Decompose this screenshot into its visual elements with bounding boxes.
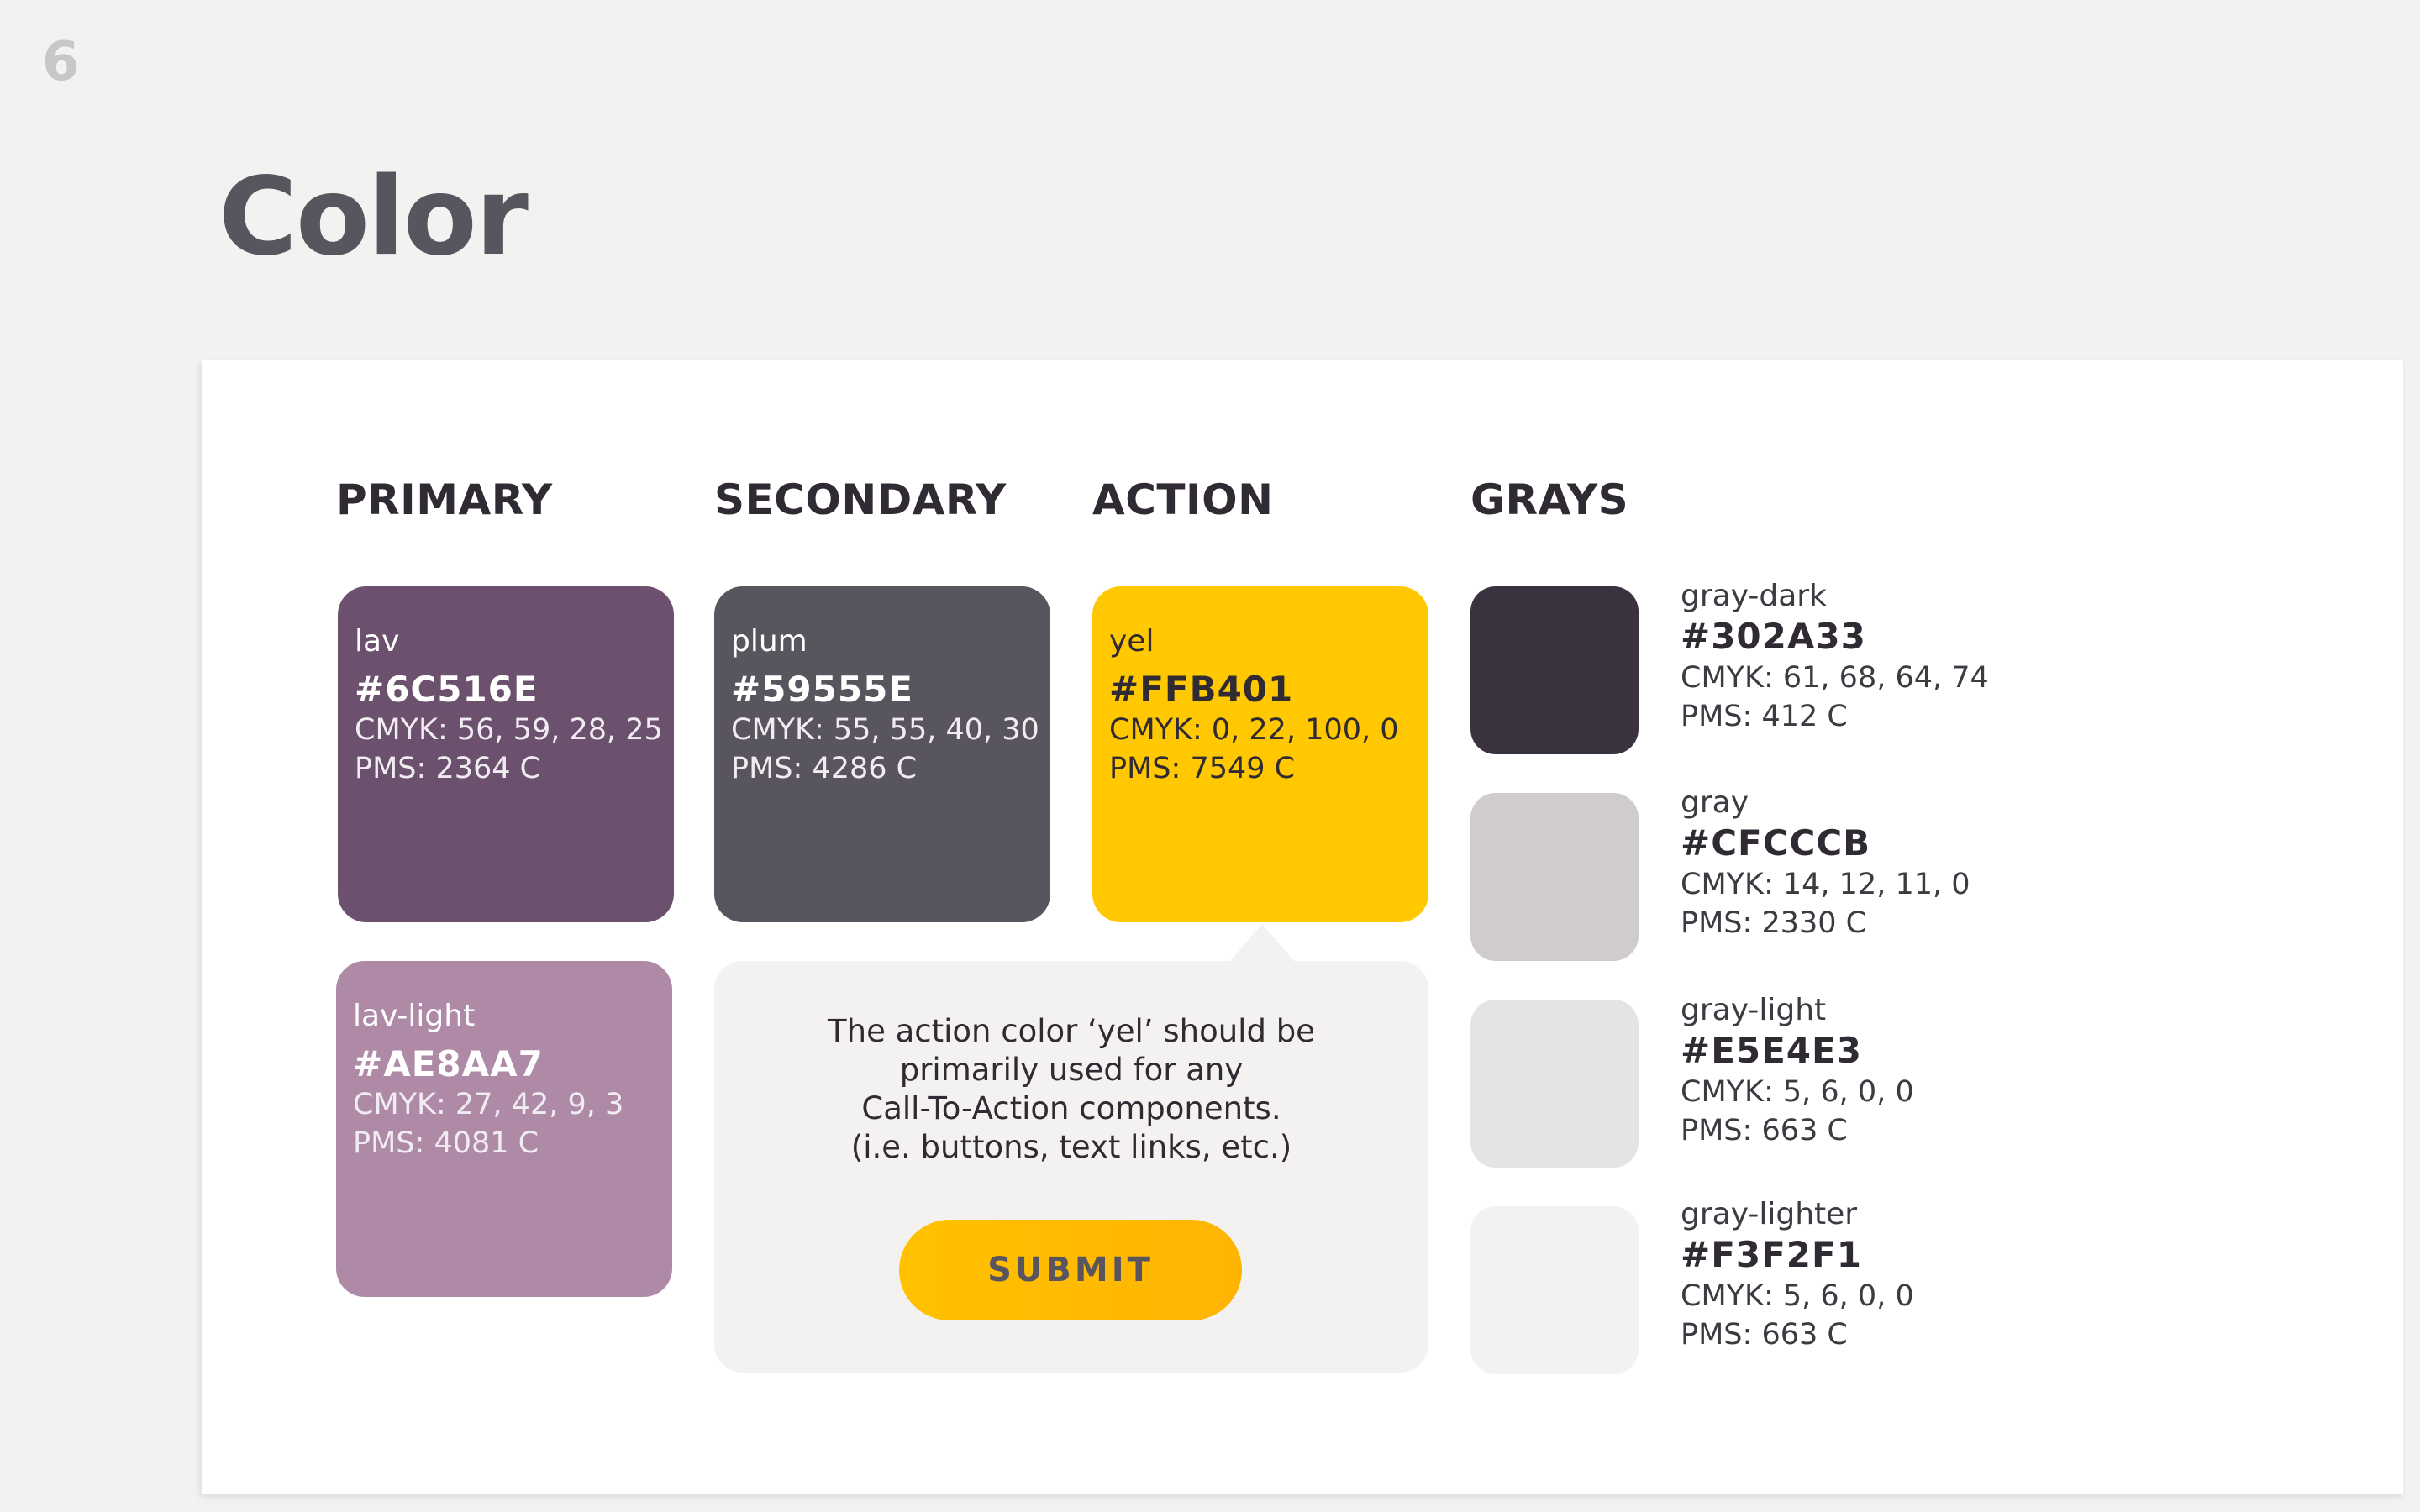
gray-pms: PMS: 412 C [1681, 700, 1848, 733]
gray-dark-info: gray-dark #302A33 CMYK: 61, 68, 64, 74 P… [1681, 578, 1989, 736]
gray-hex: #302A33 [1681, 616, 1866, 657]
swatch-lav: lav #6C516E CMYK: 56, 59, 28, 25 PMS: 23… [338, 586, 674, 922]
swatch-name: plum [731, 624, 808, 659]
gray-name: gray-light [1681, 993, 1827, 1027]
page-number: 6 [42, 31, 80, 93]
swatch-pms: PMS: 4081 C [353, 1126, 539, 1160]
swatch-yel: yel #FFB401 CMYK: 0, 22, 100, 0 PMS: 754… [1092, 586, 1428, 922]
gray-light-info: gray-light #E5E4E3 CMYK: 5, 6, 0, 0 PMS:… [1681, 992, 1914, 1150]
gray-name: gray [1681, 785, 1749, 820]
callout-line: The action color ‘yel’ should be [828, 1013, 1315, 1049]
gray-cmyk: CMYK: 5, 6, 0, 0 [1681, 1279, 1914, 1313]
swatch-hex: #FFB401 [1109, 669, 1294, 710]
gray-name: gray-dark [1681, 579, 1827, 613]
swatch-gray-dark [1470, 586, 1639, 754]
submit-button[interactable]: SUBMIT [899, 1220, 1242, 1320]
callout-text: The action color ‘yel’ should be primari… [714, 1012, 1428, 1167]
page-title: Color [218, 155, 529, 280]
gray-cmyk: CMYK: 61, 68, 64, 74 [1681, 661, 1989, 695]
gray-cmyk: CMYK: 14, 12, 11, 0 [1681, 868, 1970, 901]
swatch-gray-lighter [1470, 1206, 1639, 1374]
swatch-pms: PMS: 2364 C [355, 752, 541, 785]
swatch-cmyk: CMYK: 0, 22, 100, 0 [1109, 713, 1399, 747]
swatch-name: yel [1109, 624, 1155, 659]
swatch-plum: plum #59555E CMYK: 55, 55, 40, 30 PMS: 4… [714, 586, 1050, 922]
heading-primary: PRIMARY [336, 475, 553, 524]
swatch-cmyk: CMYK: 27, 42, 9, 3 [353, 1088, 624, 1121]
swatch-cmyk: CMYK: 56, 59, 28, 25 [355, 713, 663, 747]
swatch-cmyk: CMYK: 55, 55, 40, 30 [731, 713, 1039, 747]
gray-name: gray-lighter [1681, 1197, 1858, 1231]
swatch-pms: PMS: 7549 C [1109, 752, 1296, 785]
gray-hex: #F3F2F1 [1681, 1234, 1862, 1275]
gray-cmyk: CMYK: 5, 6, 0, 0 [1681, 1075, 1914, 1109]
swatch-name: lav [355, 624, 400, 659]
swatch-name: lav-light [353, 999, 476, 1033]
color-guide-page: 6 Color PRIMARY SECONDARY ACTION GRAYS l… [0, 0, 2420, 1512]
heading-secondary: SECONDARY [714, 475, 1007, 524]
gray-lighter-info: gray-lighter #F3F2F1 CMYK: 5, 6, 0, 0 PM… [1681, 1196, 1914, 1354]
swatch-hex: #AE8AA7 [353, 1043, 544, 1084]
heading-grays: GRAYS [1470, 475, 1629, 524]
swatch-gray [1470, 793, 1639, 961]
swatch-gray-light [1470, 1000, 1639, 1168]
callout-line: Call-To-Action components. [861, 1090, 1281, 1126]
swatch-hex: #59555E [731, 669, 913, 710]
gray-hex: #CFCCCB [1681, 822, 1871, 864]
gray-pms: PMS: 2330 C [1681, 906, 1867, 940]
heading-action: ACTION [1092, 475, 1274, 524]
gray-hex: #E5E4E3 [1681, 1030, 1862, 1071]
callout-line: primarily used for any [899, 1052, 1244, 1088]
gray-pms: PMS: 663 C [1681, 1114, 1848, 1147]
swatch-hex: #6C516E [355, 669, 539, 710]
swatch-lav-light: lav-light #AE8AA7 CMYK: 27, 42, 9, 3 PMS… [336, 961, 672, 1297]
gray-info: gray #CFCCCB CMYK: 14, 12, 11, 0 PMS: 23… [1681, 785, 1970, 942]
swatch-pms: PMS: 4286 C [731, 752, 918, 785]
gray-pms: PMS: 663 C [1681, 1318, 1848, 1352]
callout-line: (i.e. buttons, text links, etc.) [850, 1129, 1292, 1165]
callout-pointer [1228, 924, 1296, 963]
